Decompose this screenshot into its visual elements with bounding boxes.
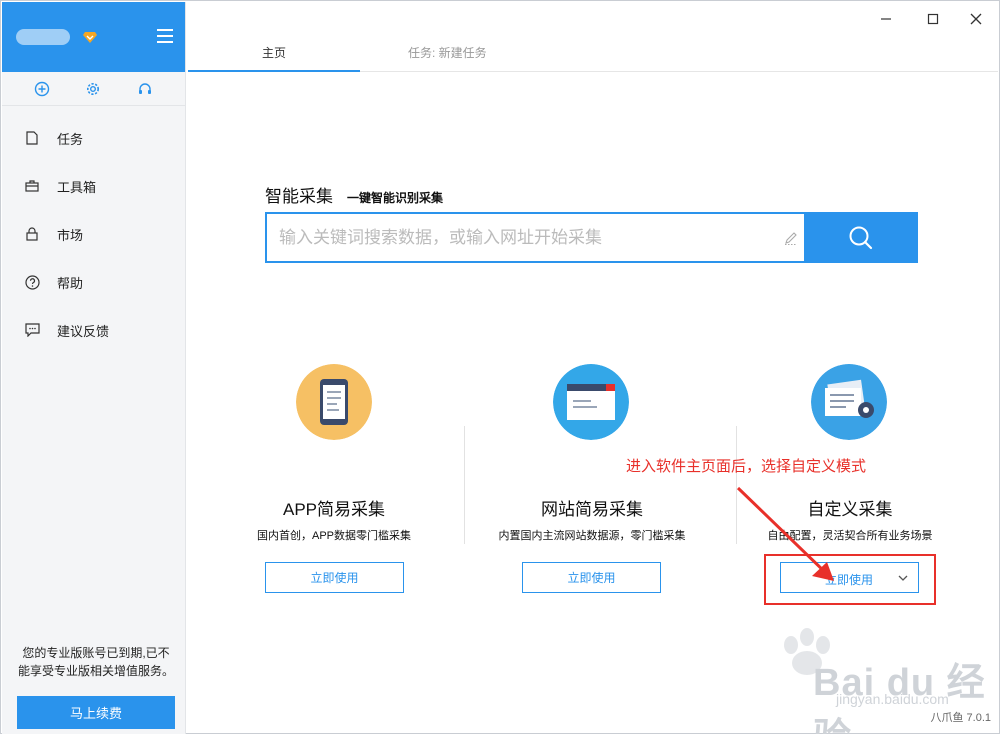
card-title-app: APP简易采集 (282, 500, 386, 519)
sidebar-item-toolbox[interactable]: 工具箱 (2, 162, 185, 210)
add-circle-icon[interactable] (33, 80, 51, 98)
watermark-url: jingyan.baidu.com (836, 691, 949, 707)
question-icon (24, 274, 40, 290)
card-title-website: 网站简易采集 (541, 500, 643, 519)
document-icon (24, 130, 40, 146)
use-website-collect-button[interactable]: 立即使用 (522, 562, 661, 593)
card-desc-website: 内置国内主流网站数据源，零门槛采集 (498, 530, 686, 542)
sidebar-item-label: 任务 (57, 131, 84, 147)
sidebar-item-tasks[interactable]: 任务 (2, 114, 185, 162)
annotation-highlight-box (764, 554, 936, 605)
account-name-blurred[interactable] (16, 29, 70, 45)
version-label: 八爪鱼 7.0.1 (930, 712, 991, 724)
phone-app-icon (296, 364, 372, 440)
close-icon[interactable] (966, 9, 986, 29)
sidebar-toolbar (2, 72, 185, 106)
sidebar-item-feedback[interactable]: 建议反馈 (2, 306, 185, 354)
minimize-icon[interactable] (876, 9, 896, 29)
sidebar-item-label: 建议反馈 (57, 323, 110, 339)
custom-config-icon (811, 364, 887, 440)
use-app-collect-button[interactable]: 立即使用 (265, 562, 404, 593)
tab-home[interactable]: 主页 (188, 44, 360, 72)
pen-icon[interactable] (783, 230, 799, 246)
gear-icon[interactable] (84, 80, 102, 98)
sidebar-item-label: 市场 (57, 227, 84, 243)
smart-collect-subtitle: 一键智能识别采集 (347, 191, 444, 205)
sidebar-item-help[interactable]: 帮助 (2, 258, 185, 306)
maximize-icon[interactable] (923, 9, 943, 29)
headset-icon[interactable] (136, 80, 154, 98)
app-window: 任务 工具箱 市场 帮助 建议反馈 您的专业版账号已到期,已不能享受专业版相关增… (0, 0, 1000, 734)
search-input[interactable] (267, 214, 805, 261)
feedback-icon (24, 322, 40, 338)
website-browser-icon (553, 364, 629, 440)
lock-icon (24, 226, 40, 242)
sidebar-header (2, 2, 185, 72)
smart-collect-title: 智能采集 (265, 187, 333, 206)
search-box (265, 212, 805, 263)
card-divider (464, 426, 465, 544)
tab-new-task[interactable]: 任务: 新建任务 (408, 44, 487, 61)
sidebar-nav: 任务 工具箱 市场 帮助 建议反馈 (2, 114, 185, 354)
sidebar-item-label: 工具箱 (57, 179, 97, 195)
annotation-text: 进入软件主页面后，选择自定义模式 (626, 458, 867, 475)
smart-collect-header: 智能采集 一键智能识别采集 (265, 182, 443, 207)
search-button[interactable] (804, 212, 918, 263)
sidebar-item-market[interactable]: 市场 (2, 210, 185, 258)
card-desc-custom: 自由配置，灵活契合所有业务场景 (767, 530, 933, 542)
hamburger-menu-icon[interactable] (157, 29, 173, 43)
sidebar-item-label: 帮助 (57, 275, 84, 291)
search-icon (849, 226, 873, 249)
vip-diamond-icon[interactable] (82, 29, 98, 45)
sidebar: 任务 工具箱 市场 帮助 建议反馈 您的专业版账号已到期,已不能享受专业版相关增… (2, 2, 186, 734)
renew-button[interactable]: 马上续费 (17, 696, 175, 729)
expired-notice: 您的专业版账号已到期,已不能享受专业版相关增值服务。 (18, 646, 175, 678)
card-desc-app: 国内首创，APP数据零门槛采集 (256, 530, 411, 542)
toolbox-icon (24, 178, 40, 194)
card-title-custom: 自定义采集 (807, 500, 893, 519)
